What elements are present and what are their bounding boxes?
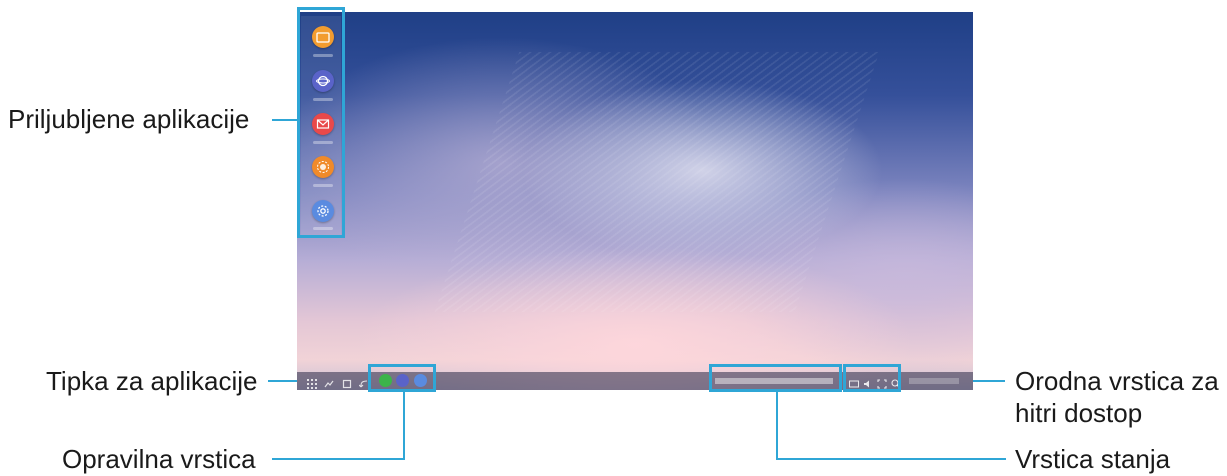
status-bar-highlight (709, 364, 842, 392)
callout-line-favorites (272, 119, 298, 121)
label-favorite-apps: Priljubljene aplikacije (8, 104, 250, 134)
label-taskbar: Opravilna vrstica (62, 444, 256, 474)
recent-apps-icon[interactable] (324, 376, 334, 388)
taskbar-apps-highlight (368, 364, 436, 392)
apps-grid-icon[interactable] (307, 376, 317, 389)
callout-line-taskbar-v (403, 392, 405, 460)
favorites-highlight (297, 7, 345, 238)
callout-line-status-h (776, 458, 1006, 460)
taskbar-time (909, 378, 959, 384)
wallpaper-pattern (434, 52, 880, 312)
callout-line-status-v (776, 392, 778, 460)
callout-line-apps-button (268, 380, 298, 382)
desktop-screen (297, 12, 973, 390)
label-status-bar: Vrstica stanja (1015, 444, 1171, 474)
label-quick-access-line2: hitri dostop (1015, 398, 1143, 428)
home-icon[interactable] (342, 376, 352, 389)
label-apps-button: Tipka za aplikacije (46, 366, 258, 396)
quick-access-highlight (843, 364, 901, 392)
callout-line-taskbar-h (272, 458, 405, 460)
label-quick-access-line1: Orodna vrstica za (1015, 366, 1219, 396)
